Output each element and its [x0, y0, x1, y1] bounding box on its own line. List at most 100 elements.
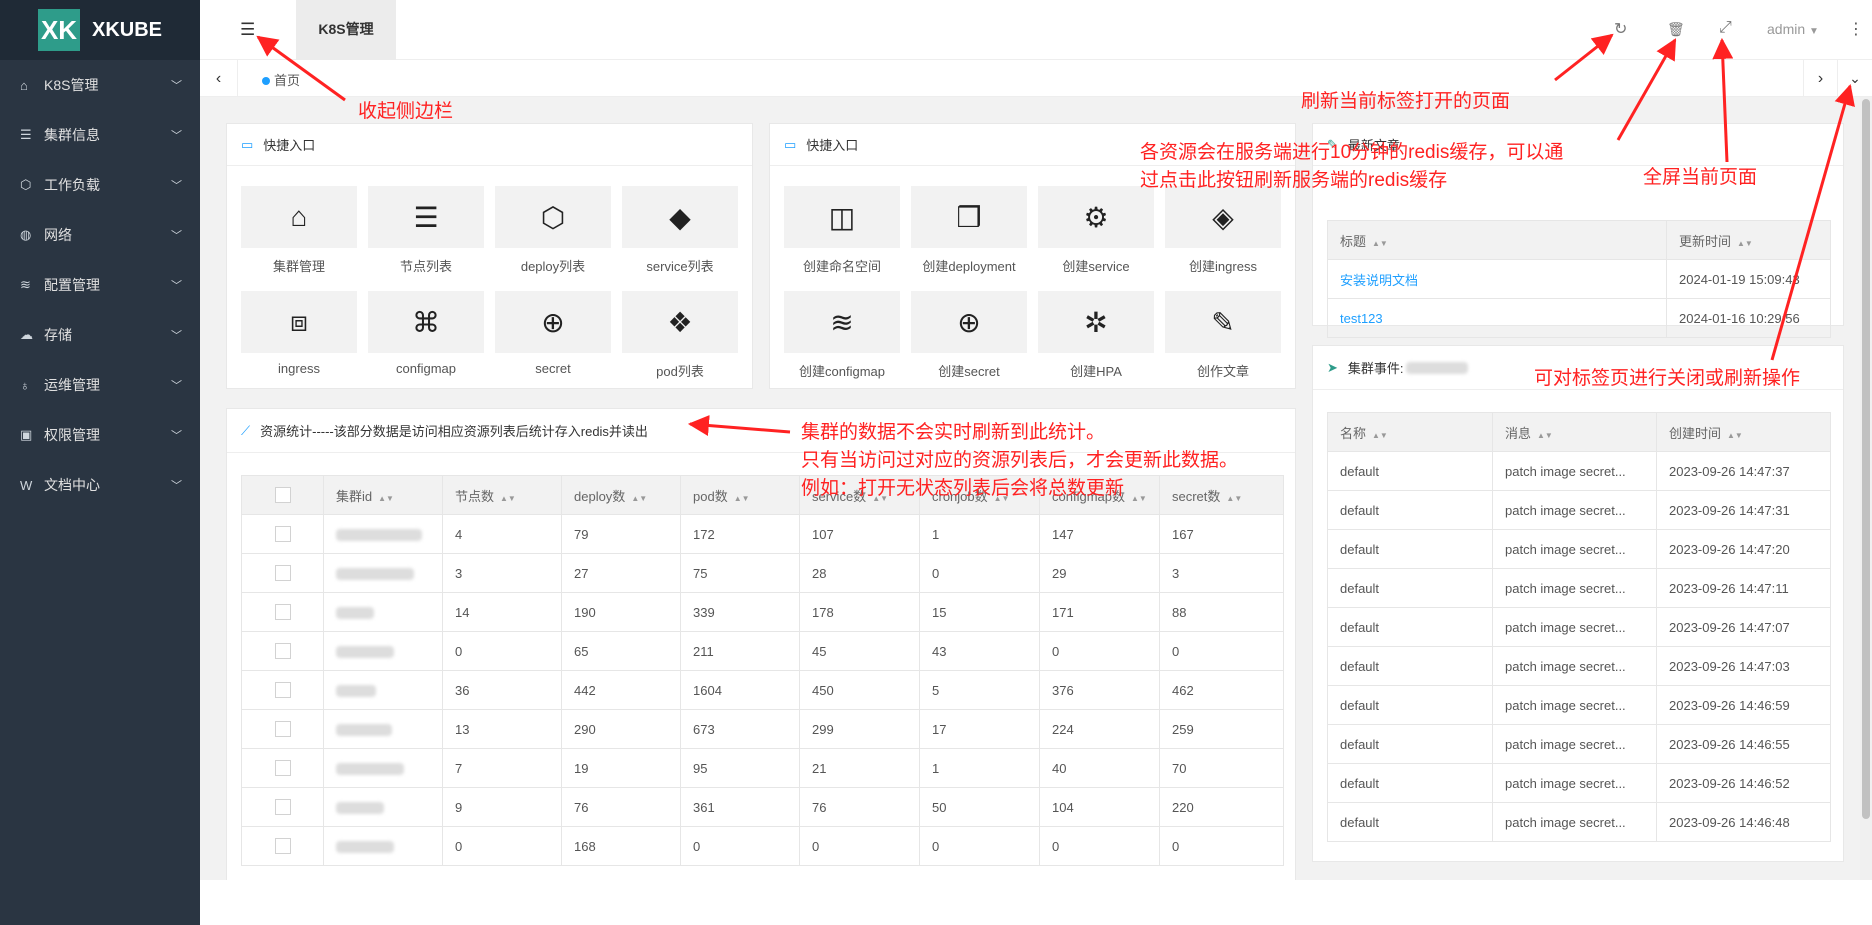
quick-item[interactable]: ✎ 创作文章	[1165, 291, 1281, 380]
quick-item[interactable]: ⊕ 创建secret	[911, 291, 1027, 380]
row-checkbox[interactable]	[274, 526, 291, 543]
sidebar-item-8[interactable]: W 文档中心 ﹀	[0, 460, 200, 510]
table-row[interactable]: default patch image secret... 2023-09-26 1…	[1327, 568, 1831, 608]
sort-icon[interactable]: ▲▼	[1537, 431, 1553, 440]
tab-scroll-left-icon[interactable]: ‹	[200, 60, 238, 97]
codepen-icon: ⬡	[495, 186, 611, 248]
quick-item[interactable]: ✲ 创建HPA	[1038, 291, 1154, 380]
table-row[interactable]: 14 190 339 178 15 171 88	[241, 592, 1284, 632]
row-checkbox[interactable]	[274, 682, 291, 699]
table-row[interactable]: default patch image secret... 2023-09-26 1…	[1327, 451, 1831, 491]
table-row[interactable]: 0 168 0 0 0 0 0	[241, 826, 1284, 866]
row-checkbox[interactable]	[274, 643, 291, 660]
row-checkbox[interactable]	[274, 799, 291, 816]
sidebar-item-7[interactable]: ▣ 权限管理 ﹀	[0, 410, 200, 460]
database-icon: ≋	[784, 291, 900, 353]
cluster-id-redacted	[336, 607, 374, 620]
table-cell: 147	[1039, 514, 1160, 554]
table-cell: 88	[1159, 592, 1284, 632]
quick-item[interactable]: ❒ 创建deployment	[911, 186, 1027, 275]
column-header[interactable]: 名称 ▲▼	[1327, 412, 1493, 452]
quick-item[interactable]: ⬡ deploy列表	[495, 186, 611, 275]
sort-icon[interactable]: ▲▼	[1131, 494, 1147, 503]
sort-icon[interactable]: ▲▼	[378, 494, 394, 503]
row-checkbox[interactable]	[274, 838, 291, 855]
quick-item[interactable]: ≋ 创建configmap	[784, 291, 900, 380]
cluster-name-redacted	[1405, 361, 1468, 374]
article-link[interactable]: 安装说明文档	[1340, 273, 1418, 288]
more-icon[interactable]: ⋮	[1848, 19, 1864, 39]
quick-item[interactable]: ❖ pod列表	[622, 291, 738, 380]
sort-icon[interactable]: ▲▼	[1372, 431, 1388, 440]
article-time-cell: 2024-01-16 10:29:56	[1666, 298, 1831, 338]
collapse-sidebar-icon[interactable]: ☰	[240, 20, 255, 40]
table-row[interactable]: 0 65 211 45 43 0 0	[241, 631, 1284, 671]
sort-icon[interactable]: ▲▼	[500, 494, 516, 503]
row-checkbox[interactable]	[274, 721, 291, 738]
table-row[interactable]: default patch image secret... 2023-09-26 1…	[1327, 802, 1831, 842]
sort-icon[interactable]: ▲▼	[1727, 431, 1743, 440]
quick-item[interactable]: ◆ service列表	[622, 186, 738, 275]
column-header[interactable]: 节点数 ▲▼	[442, 475, 562, 515]
sidebar-item-3[interactable]: ◍ 网络 ﹀	[0, 210, 200, 260]
column-header[interactable]: deploy数 ▲▼	[561, 475, 681, 515]
table-row[interactable]: default patch image secret... 2023-09-26 1…	[1327, 607, 1831, 647]
column-header[interactable]: secret数 ▲▼	[1159, 475, 1284, 515]
scrollbar-thumb[interactable]	[1862, 99, 1870, 819]
sidebar-item-4[interactable]: ≋ 配置管理 ﹀	[0, 260, 200, 310]
column-header[interactable]: 更新时间 ▲▼	[1666, 220, 1831, 260]
quick-item[interactable]: ⧈ ingress	[241, 291, 357, 380]
column-header[interactable]: 创建时间 ▲▼	[1656, 412, 1831, 452]
sort-icon[interactable]: ▲▼	[734, 494, 750, 503]
sidebar-item-5[interactable]: ☁ 存储 ﹀	[0, 310, 200, 360]
sidebar-item-2[interactable]: ⬡ 工作负载 ﹀	[0, 160, 200, 210]
sort-icon[interactable]: ▲▼	[1737, 239, 1753, 248]
table-cell: 0	[919, 826, 1040, 866]
row-checkbox[interactable]	[274, 565, 291, 582]
refresh-icon[interactable]: ↻	[1614, 19, 1627, 39]
column-header[interactable]: 标题 ▲▼	[1327, 220, 1667, 260]
table-row[interactable]: 36 442 1604 450 5 376 462	[241, 670, 1284, 710]
tab-k8s-manage[interactable]: K8S管理	[296, 0, 396, 60]
sidebar-item-0[interactable]: ⌂ K8S管理 ﹀	[0, 60, 200, 110]
trash-icon[interactable]: 🗑	[1667, 21, 1685, 38]
table-row[interactable]: default patch image secret... 2023-09-26 1…	[1327, 490, 1831, 530]
fullscreen-icon[interactable]: ⤢	[1719, 19, 1732, 37]
table-row[interactable]: 4 79 172 107 1 147 167	[241, 514, 1284, 554]
quick-item[interactable]: ◈ 创建ingress	[1165, 186, 1281, 275]
table-row[interactable]: default patch image secret... 2023-09-26 1…	[1327, 685, 1831, 725]
table-row[interactable]: 9 76 361 76 50 104 220	[241, 787, 1284, 827]
sidebar-item-6[interactable]: ♁ 运维管理 ﹀	[0, 360, 200, 410]
user-menu[interactable]: admin ▼	[1767, 21, 1819, 37]
quick-item[interactable]: ☰ 节点列表	[368, 186, 484, 275]
sort-icon[interactable]: ▲▼	[631, 494, 647, 503]
quick-item[interactable]: ⚙ 创建service	[1038, 186, 1154, 275]
row-checkbox[interactable]	[274, 604, 291, 621]
quick-item[interactable]: ⌂ 集群管理	[241, 186, 357, 275]
quick-item[interactable]: ⊕ secret	[495, 291, 611, 380]
table-row[interactable]: 3 27 75 28 0 29 3	[241, 553, 1284, 593]
select-all-checkbox[interactable]	[274, 487, 291, 504]
tab-scroll-right-icon[interactable]: ›	[1803, 60, 1837, 97]
table-row[interactable]: default patch image secret... 2023-09-26 1…	[1327, 529, 1831, 569]
column-header[interactable]: 集群id ▲▼	[323, 475, 443, 515]
sort-icon[interactable]: ▲▼	[1372, 239, 1388, 248]
column-header[interactable]: pod数 ▲▼	[680, 475, 800, 515]
table-row[interactable]: 7 19 95 21 1 40 70	[241, 748, 1284, 788]
column-header[interactable]: 消息 ▲▼	[1492, 412, 1657, 452]
page-scrollbar[interactable]	[1860, 97, 1872, 880]
tab-home[interactable]: 首页	[262, 70, 300, 89]
table-row[interactable]: default patch image secret... 2023-09-26 1…	[1327, 763, 1831, 803]
row-checkbox[interactable]	[274, 760, 291, 777]
sidebar-item-1[interactable]: ☰ 集群信息 ﹀	[0, 110, 200, 160]
table-cell: 2023-09-26 14:47:03	[1656, 646, 1831, 686]
tab-operations-icon[interactable]: ⌄	[1837, 60, 1872, 97]
table-row[interactable]: 13 290 673 299 17 224 259	[241, 709, 1284, 749]
article-link[interactable]: test123	[1340, 311, 1383, 326]
quick-item[interactable]: ⌘ configmap	[368, 291, 484, 380]
sort-icon[interactable]: ▲▼	[1226, 494, 1242, 503]
columns-icon: ◫	[784, 186, 900, 248]
table-row[interactable]: default patch image secret... 2023-09-26 1…	[1327, 724, 1831, 764]
table-row[interactable]: default patch image secret... 2023-09-26 1…	[1327, 646, 1831, 686]
quick-item[interactable]: ◫ 创建命名空间	[784, 186, 900, 275]
